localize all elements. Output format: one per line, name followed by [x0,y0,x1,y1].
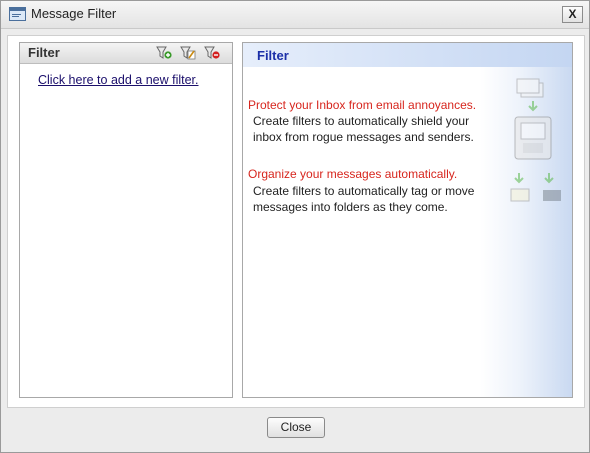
organize-description: Create filters to automatically tag or m… [253,183,503,215]
protect-description-line: Create filters to automatically shield y… [253,114,470,128]
edit-filter-icon[interactable] [180,46,196,60]
add-filter-icon[interactable] [156,46,172,60]
filter-info-header: Filter [243,43,572,67]
delete-filter-icon[interactable] [204,46,220,60]
protect-description-line: inbox from rogue messages and senders. [253,130,474,144]
filter-illustration-icon [510,78,561,202]
filter-info-title: Filter [257,48,289,63]
filter-list-title: Filter [28,45,60,60]
filter-list-panel: Filter Click here to add a new filter. [19,42,233,398]
filter-list-header: Filter [20,43,232,64]
message-filter-dialog: Message Filter X Filter Click here to ad… [0,0,590,453]
title-bar: Message Filter X [1,1,589,29]
window-icon [9,7,26,21]
organize-description-line: Create filters to automatically tag or m… [253,184,475,198]
close-window-button[interactable]: X [562,6,583,23]
dialog-body: Filter Click here to add a new filter. F… [7,35,585,408]
organize-headline: Organize your messages automatically. [248,167,458,181]
add-new-filter-link[interactable]: Click here to add a new filter. [38,73,199,87]
window-title: Message Filter [31,6,117,21]
organize-description-line: messages into folders as they come. [253,200,448,214]
close-button[interactable]: Close [267,417,325,438]
protect-headline: Protect your Inbox from email annoyances… [248,98,477,112]
filter-info-panel: Filter Protect your Inbox from email ann… [242,42,573,398]
protect-description: Create filters to automatically shield y… [253,113,503,145]
